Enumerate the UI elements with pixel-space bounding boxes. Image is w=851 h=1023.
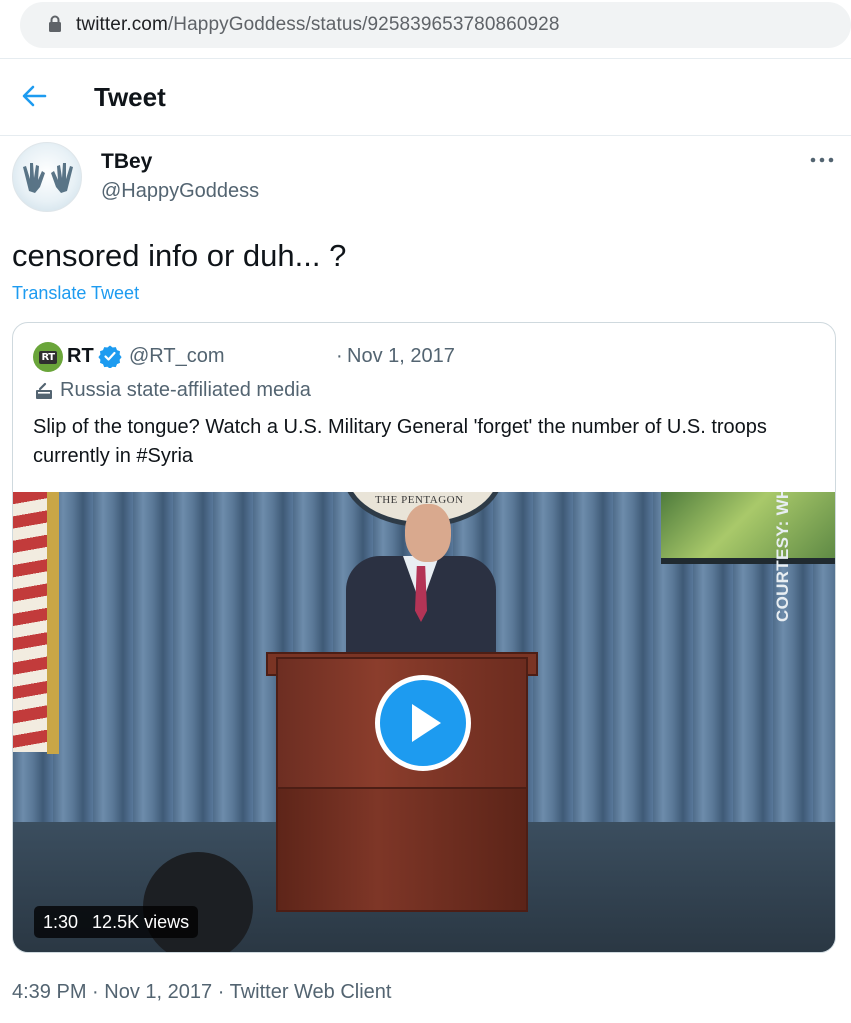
- quoted-tweet-card[interactable]: RT RT @RT_com · Nov 1, 2017 Russia state…: [12, 322, 836, 953]
- background-screen: [661, 492, 835, 564]
- play-button[interactable]: [375, 675, 471, 771]
- video-duration-badge: 1:30 12.5K views: [34, 906, 199, 938]
- podium-base: [276, 787, 528, 912]
- tweet-text: censored info or duh... ?: [12, 238, 347, 273]
- divider: [0, 58, 851, 59]
- back-arrow-icon[interactable]: [20, 82, 48, 110]
- tweet-date[interactable]: Nov 1, 2017: [104, 981, 212, 1003]
- quoted-tweet-date[interactable]: Nov 1, 2017: [347, 345, 455, 368]
- lock-icon: [49, 15, 61, 32]
- rt-logo-avatar[interactable]: RT: [33, 342, 63, 372]
- url-text: twitter.com/HappyGoddess/status/92583965…: [76, 14, 560, 35]
- video-duration: 1:30: [43, 911, 79, 932]
- tweet-client[interactable]: Twitter Web Client: [230, 981, 392, 1003]
- speaker-tie: [415, 566, 427, 622]
- author-name[interactable]: TBey: [101, 150, 152, 174]
- separator-dot: ·: [92, 981, 99, 1003]
- state-media-icon: [36, 382, 52, 399]
- state-affiliated-label[interactable]: Russia state-affiliated media: [60, 379, 311, 402]
- video-watermark: COURTESY: WHITE HOUSE: [773, 492, 792, 622]
- video-player[interactable]: THE PENTAGON COURTESY: WHITE HOUSE 1:30 …: [13, 492, 835, 952]
- more-options-icon[interactable]: [808, 150, 836, 170]
- avatar[interactable]: [12, 142, 82, 212]
- divider: [0, 135, 851, 136]
- flag-fringe: [47, 492, 59, 754]
- author-handle[interactable]: @HappyGoddess: [101, 180, 259, 203]
- speaker-head: [405, 504, 451, 562]
- hands-icon: [23, 163, 73, 193]
- translate-tweet-link[interactable]: Translate Tweet: [12, 283, 139, 304]
- separator-dot: ·: [336, 345, 343, 367]
- verified-badge-icon: [98, 345, 122, 368]
- separator-dot: ·: [217, 981, 225, 1003]
- quoted-author-name[interactable]: RT: [67, 345, 94, 368]
- tweet-time[interactable]: 4:39 PM: [12, 981, 86, 1003]
- tweet-metadata: 4:39 PM · Nov 1, 2017 · Twitter Web Clie…: [12, 981, 391, 1004]
- play-icon: [412, 704, 441, 742]
- video-views: 12.5K views: [92, 911, 190, 932]
- address-bar[interactable]: twitter.com/HappyGoddess/status/92583965…: [20, 2, 851, 48]
- page-title: Tweet: [94, 82, 166, 112]
- quoted-author-handle[interactable]: @RT_com: [129, 345, 225, 368]
- quoted-tweet-text: Slip of the tongue? Watch a U.S. Militar…: [33, 416, 767, 467]
